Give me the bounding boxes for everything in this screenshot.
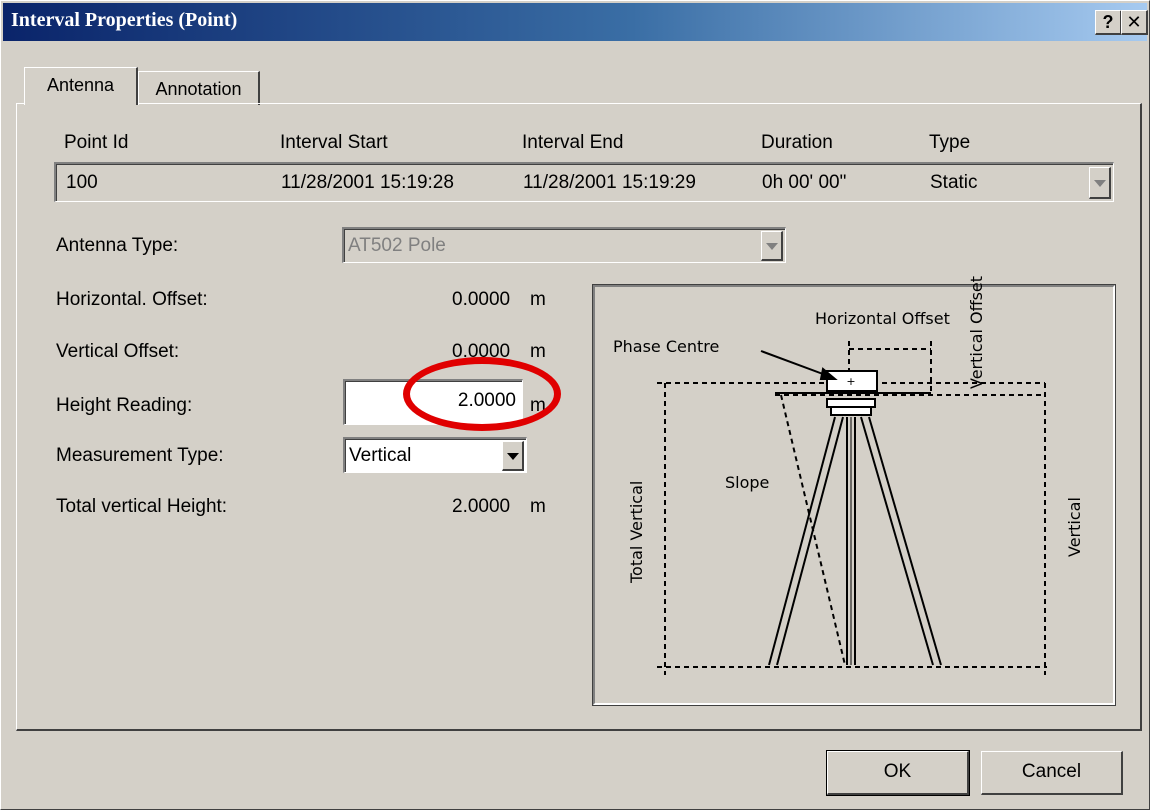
tab-annotation-label: Annotation <box>155 79 242 99</box>
help-icon: ? <box>1102 12 1114 32</box>
highlight-circle <box>403 357 561 431</box>
tab-antenna[interactable]: Antenna <box>24 67 138 105</box>
antenna-tab-panel <box>16 103 1142 731</box>
cancel-button[interactable]: Cancel <box>981 751 1123 795</box>
help-button[interactable]: ? <box>1095 10 1122 35</box>
dialog-window: Interval Properties (Point) ? ✕ Antenna … <box>0 0 1150 810</box>
title-bar[interactable]: Interval Properties (Point) ? ✕ <box>3 3 1148 41</box>
window-title: Interval Properties (Point) <box>11 9 238 31</box>
cancel-button-label: Cancel <box>1021 761 1082 782</box>
ok-button-label: OK <box>883 761 912 782</box>
close-icon: ✕ <box>1126 12 1142 32</box>
close-button[interactable]: ✕ <box>1121 10 1148 35</box>
tab-annotation[interactable]: Annotation <box>138 71 260 105</box>
ok-button[interactable]: OK <box>826 750 970 796</box>
tab-antenna-label: Antenna <box>46 75 115 95</box>
